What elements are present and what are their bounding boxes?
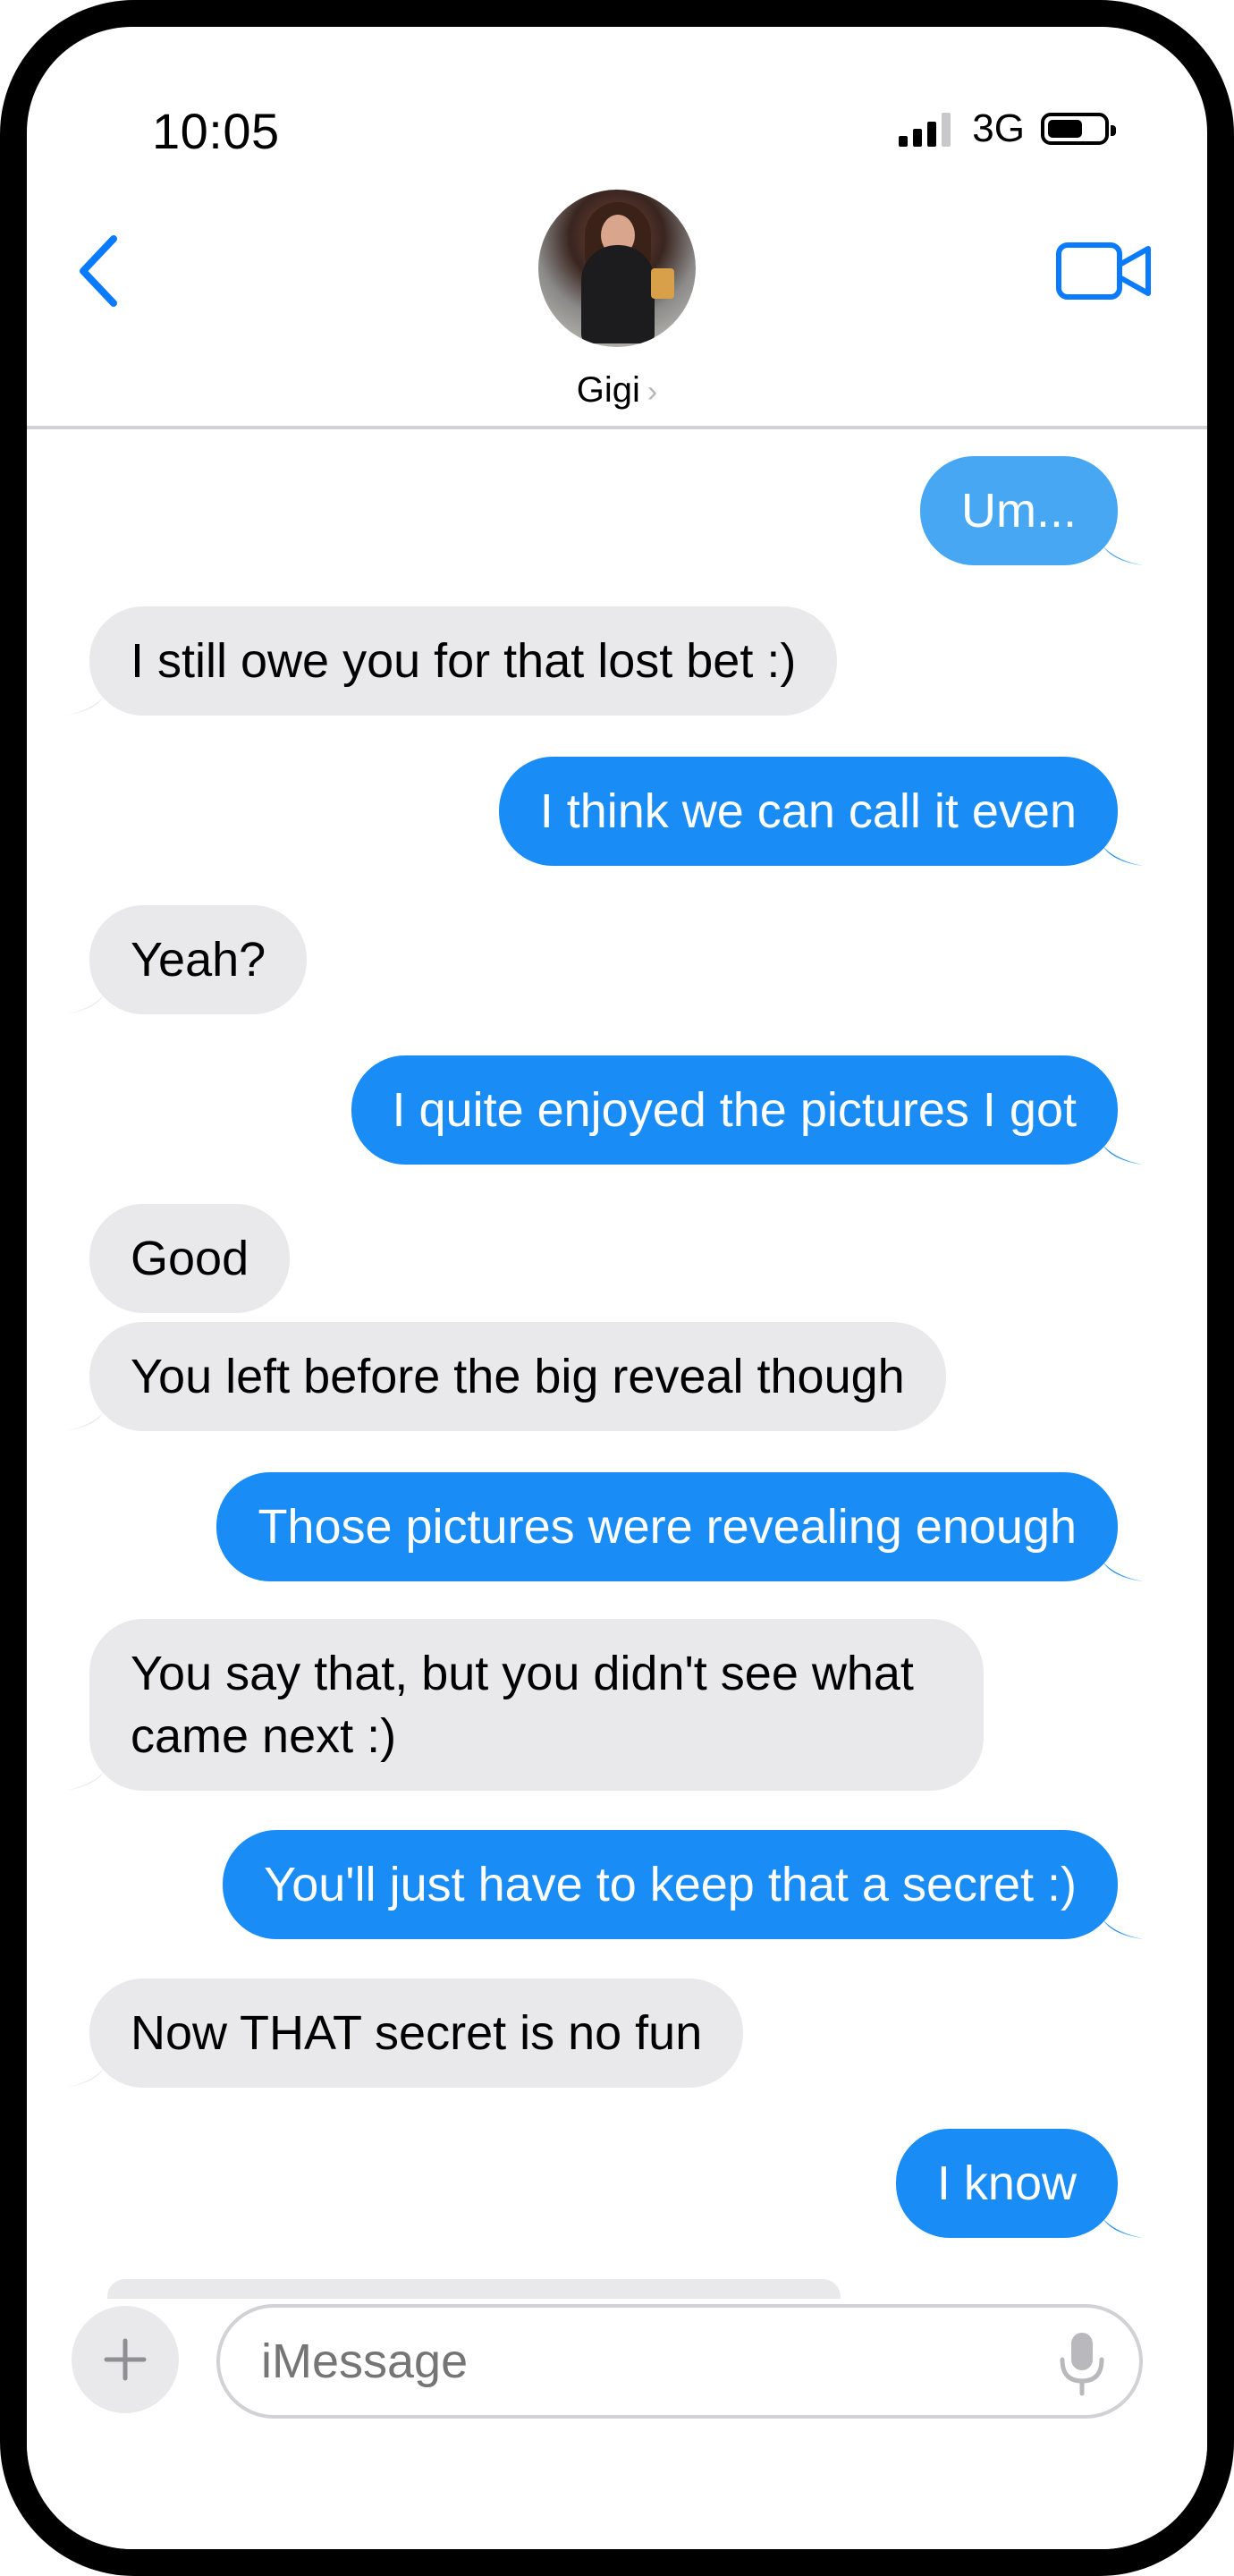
message-bubble-sent[interactable]: You'll just have to keep that a secret :… xyxy=(223,1830,1143,1939)
add-attachment-button[interactable] xyxy=(72,2306,179,2413)
message-text: Good xyxy=(131,1232,249,1285)
status-indicators: 3G xyxy=(899,106,1116,150)
video-call-button[interactable] xyxy=(1055,240,1154,302)
message-bubble-sent[interactable]: Those pictures were revealing enough xyxy=(216,1472,1143,1581)
network-type: 3G xyxy=(972,106,1025,150)
header-divider xyxy=(27,426,1207,429)
message-text: Now THAT secret is no fun xyxy=(131,2006,703,2060)
back-button[interactable] xyxy=(63,222,134,320)
message-text: Um... xyxy=(961,484,1077,538)
microphone-icon xyxy=(1060,2333,1104,2396)
message-bubble-received[interactable]: You left before the big reveal though xyxy=(64,1322,946,1431)
message-input[interactable] xyxy=(216,2304,1143,2419)
contact-name: Gigi xyxy=(576,370,640,410)
screen: 10:05 3G Gigi › Um... I still owe you fo… xyxy=(27,27,1207,2549)
message-bubble-received[interactable]: Now THAT secret is no fun xyxy=(64,1979,744,2088)
message-bubble-sent[interactable]: I know xyxy=(895,2129,1143,2238)
signal-strength-icon xyxy=(899,111,951,147)
message-bubble-sent[interactable]: I quite enjoyed the pictures I got xyxy=(351,1055,1143,1165)
message-text: You left before the big reveal though xyxy=(131,1350,905,1403)
message-bubble-sent[interactable]: I think we can call it even xyxy=(498,757,1143,866)
message-text: You say that, but you didn't see what ca… xyxy=(131,1647,914,1763)
message-bubble-received[interactable]: I still owe you for that lost bet :) xyxy=(64,606,838,716)
back-chevron-icon xyxy=(80,235,117,307)
message-text: I think we can call it even xyxy=(539,784,1077,838)
message-bubble-sent[interactable]: Um... xyxy=(920,456,1143,565)
battery-icon xyxy=(1041,113,1116,145)
message-text: I know xyxy=(936,2157,1077,2210)
phone-frame: 10:05 3G Gigi › Um... I still owe you fo… xyxy=(0,0,1234,2576)
status-time: 10:05 xyxy=(152,103,280,159)
dictation-button[interactable] xyxy=(1055,2329,1109,2397)
message-text: Those pictures were revealing enough xyxy=(258,1500,1077,1554)
message-text: Yeah? xyxy=(131,933,266,987)
message-text: You'll just have to keep that a secret :… xyxy=(264,1858,1077,1911)
message-text: I still owe you for that lost bet :) xyxy=(131,634,797,688)
chevron-right-icon: › xyxy=(647,375,658,409)
contact-name-button[interactable]: Gigi › xyxy=(27,370,1207,411)
plus-icon xyxy=(104,2338,147,2381)
message-bubble-received[interactable]: Good xyxy=(89,1204,291,1313)
video-camera-icon xyxy=(1056,242,1151,300)
message-bubble-received[interactable]: You say that, but you didn't see what ca… xyxy=(64,1619,984,1791)
message-text: I quite enjoyed the pictures I got xyxy=(392,1083,1078,1137)
contact-avatar[interactable] xyxy=(538,190,696,347)
message-bubble-received[interactable]: Yeah? xyxy=(64,905,308,1014)
